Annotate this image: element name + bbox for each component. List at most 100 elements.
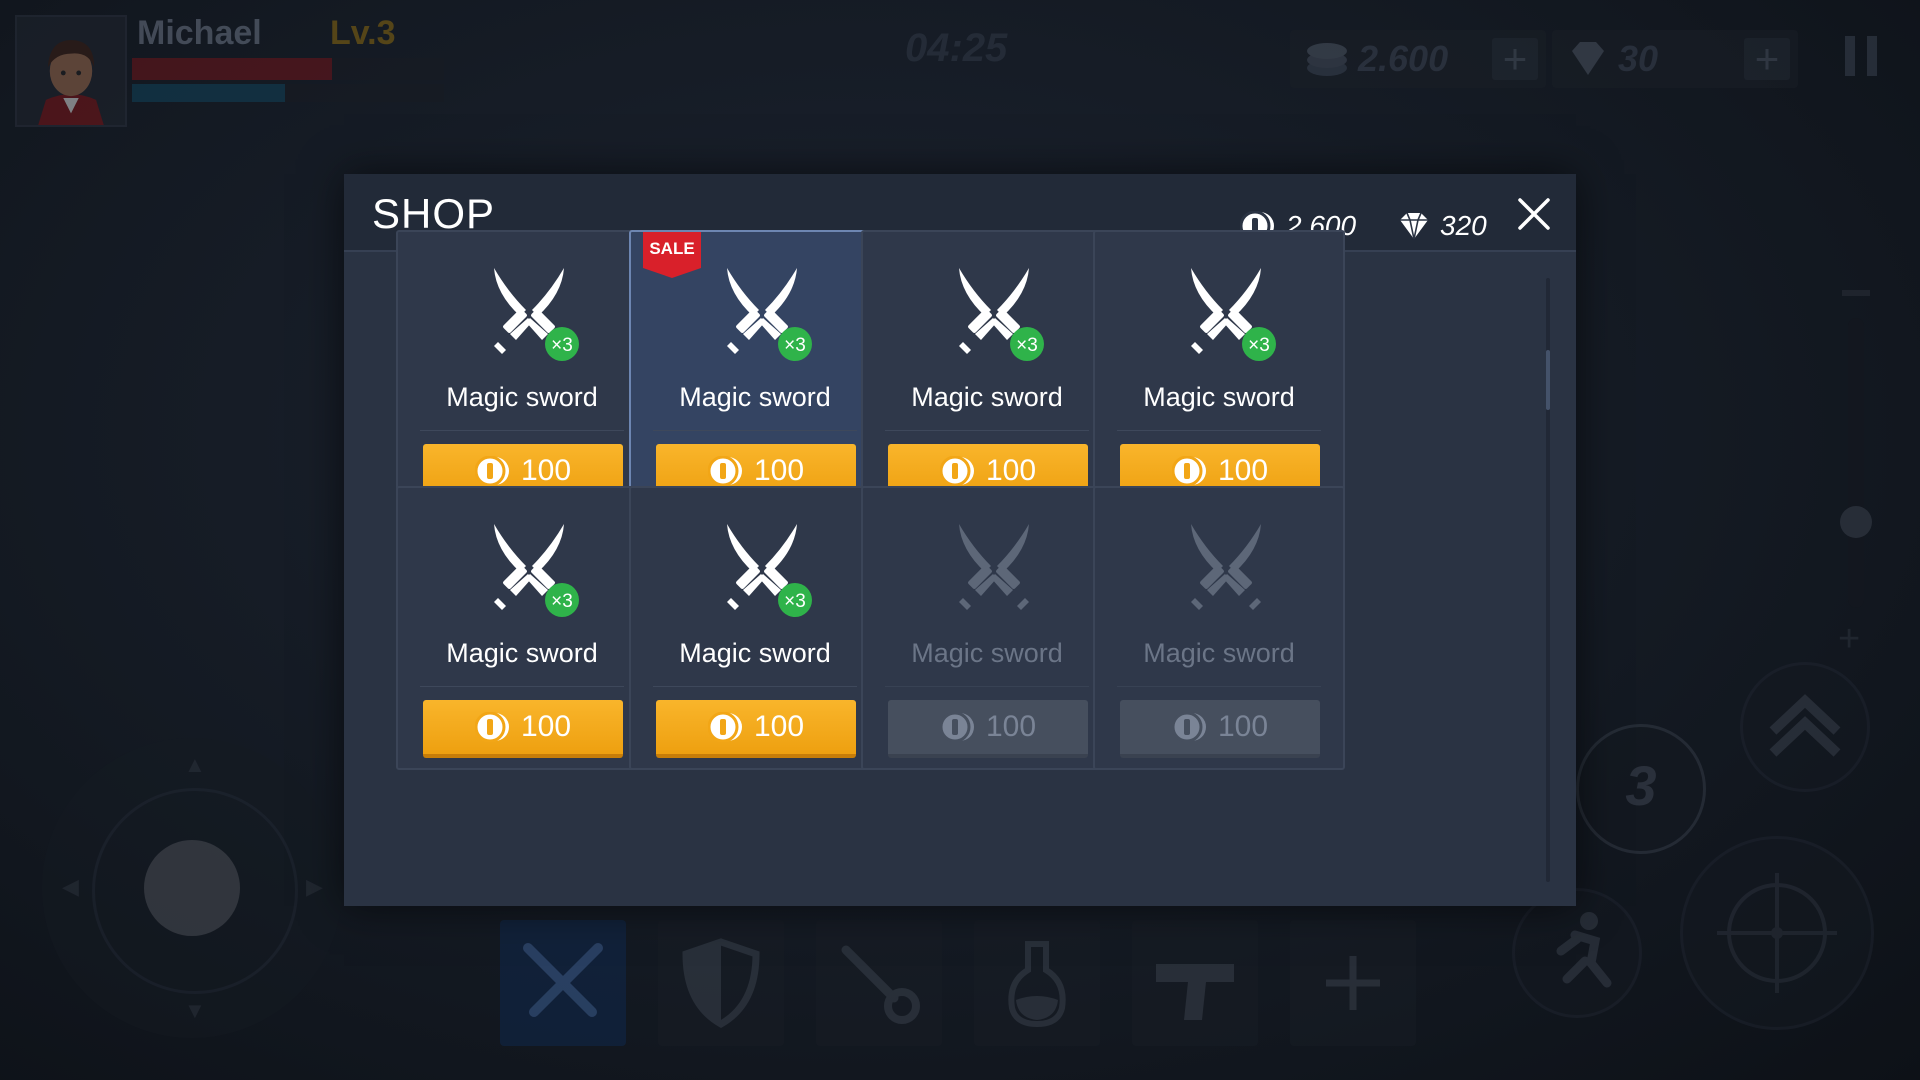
card-divider	[885, 430, 1089, 431]
crossed-swords-icon: ×3	[1191, 268, 1276, 361]
inventory-slot-shield[interactable]	[658, 920, 784, 1046]
item-name: Magic sword	[1143, 382, 1295, 412]
add-gems-button[interactable]: +	[1744, 38, 1790, 80]
health-bar-fill	[132, 58, 332, 80]
shield-icon	[682, 938, 760, 1029]
health-bar	[132, 58, 444, 80]
item-price: 100	[985, 454, 1037, 487]
crossed-swords-icon: ×3	[959, 268, 1044, 361]
sale-badge: SALE	[643, 232, 701, 280]
inventory-slot-key[interactable]	[816, 920, 942, 1046]
potion-icon	[1008, 941, 1066, 1028]
player-avatar[interactable]	[15, 15, 127, 127]
pistol-icon	[1156, 964, 1234, 1020]
quantity-badge: ×3	[1010, 327, 1044, 361]
shop-item-card[interactable]: ×3 Magic sword 100	[396, 486, 648, 770]
running-man-icon	[1556, 912, 1612, 988]
coin-icon	[474, 712, 509, 742]
item-price: 100	[1217, 454, 1269, 487]
buy-button: 100	[1120, 700, 1320, 758]
coin-icon	[707, 712, 742, 742]
player-level: Lv.3	[330, 14, 396, 52]
item-price: 100	[520, 454, 572, 487]
zoom-slider-track[interactable]	[1848, 318, 1864, 608]
pause-button[interactable]	[1845, 36, 1879, 76]
coin-icon	[707, 456, 742, 486]
shop-item-card[interactable]: ×3 Magic sword 100	[1093, 230, 1345, 514]
zoom-out-icon[interactable]	[1842, 290, 1870, 296]
joystick-knob[interactable]	[144, 840, 240, 936]
buy-button[interactable]: 100	[423, 700, 623, 758]
inventory-slot-swords[interactable]	[500, 920, 626, 1046]
item-name: Magic sword	[911, 382, 1063, 412]
card-divider	[420, 430, 624, 431]
shop-gems-value: 320	[1440, 210, 1487, 241]
item-price: 100	[753, 454, 805, 487]
crossed-swords-icon	[1191, 524, 1261, 610]
shop-item-card[interactable]: Magic sword 100	[861, 486, 1113, 770]
joystick-right-arrow-icon: ▶	[306, 874, 323, 899]
aim-button[interactable]	[1680, 836, 1874, 1030]
svg-text:×3: ×3	[1016, 335, 1038, 356]
skill-charges: 3	[1625, 754, 1657, 817]
inventory-slot-add[interactable]	[1290, 920, 1416, 1046]
close-button[interactable]	[1516, 196, 1552, 232]
inventory-slot-pistol[interactable]	[1132, 920, 1258, 1046]
coin-icon	[939, 712, 974, 742]
item-name: Magic sword	[911, 638, 1063, 668]
shop-item-card[interactable]: ×3 SALE Magic sword 100	[629, 230, 881, 514]
plus-icon	[1326, 956, 1380, 1010]
inventory-slot-potion[interactable]	[974, 920, 1100, 1046]
buy-button[interactable]: 100	[656, 700, 856, 758]
shop-gems: 320	[1398, 210, 1487, 242]
double-chevron-up-icon	[1769, 694, 1841, 757]
zoom-slider-handle[interactable]	[1840, 506, 1872, 538]
coin-icon	[1171, 456, 1206, 486]
coin-stack-icon	[1307, 43, 1347, 76]
buy-button: 100	[888, 700, 1088, 758]
item-name: Magic sword	[446, 638, 598, 668]
skill-button[interactable]: 3	[1576, 724, 1706, 854]
player-name: Michael	[137, 14, 262, 52]
item-price: 100	[520, 710, 572, 743]
gem-icon	[1572, 42, 1604, 75]
crosshair-icon	[1717, 873, 1837, 993]
shop-modal: SHOP 2.600 320 ×3 Magic sword 100 ×3 SAL…	[344, 174, 1576, 906]
quantity-badge: ×3	[545, 327, 579, 361]
zoom-in-icon[interactable]: +	[1838, 618, 1860, 661]
card-divider	[420, 686, 624, 687]
close-icon	[1518, 198, 1550, 230]
scrollbar-thumb[interactable]	[1546, 350, 1550, 410]
key-icon	[841, 945, 920, 1024]
avatar-portrait	[17, 17, 125, 125]
item-name: Magic sword	[679, 382, 831, 412]
crossed-swords-icon: ×3	[494, 268, 579, 361]
add-coins-button[interactable]: +	[1492, 38, 1538, 80]
svg-text:×3: ×3	[784, 591, 806, 612]
quantity-badge: ×3	[778, 583, 812, 617]
sale-label: SALE	[649, 239, 695, 258]
mana-bar	[132, 84, 444, 102]
shop-item-card[interactable]: ×3 Magic sword 100	[396, 230, 648, 514]
joystick-left-arrow-icon: ◀	[62, 874, 79, 899]
match-timer: 04:25	[905, 26, 1008, 70]
coin-icon	[474, 456, 509, 486]
mana-bar-fill	[132, 84, 285, 102]
jump-button[interactable]	[1740, 662, 1870, 792]
hud-gems-box: 30 +	[1552, 30, 1798, 88]
sprint-button[interactable]	[1512, 888, 1642, 1018]
shop-item-card[interactable]: ×3 Magic sword 100	[629, 486, 881, 770]
hud-gems-value: 30	[1618, 38, 1659, 79]
joystick-down-arrow-icon: ▼	[184, 998, 206, 1023]
svg-text:×3: ×3	[551, 335, 573, 356]
shop-item-card[interactable]: Magic sword 100	[1093, 486, 1345, 770]
crossed-swords-icon	[523, 943, 603, 1017]
card-divider	[1117, 686, 1321, 687]
crossed-swords-icon: ×3	[727, 524, 812, 617]
gem-icon	[1400, 212, 1428, 240]
item-name: Magic sword	[446, 382, 598, 412]
svg-text:×3: ×3	[551, 591, 573, 612]
shop-item-card[interactable]: ×3 Magic sword 100	[861, 230, 1113, 514]
crossed-swords-icon: ×3	[494, 524, 579, 617]
pause-icon	[1845, 36, 1855, 76]
